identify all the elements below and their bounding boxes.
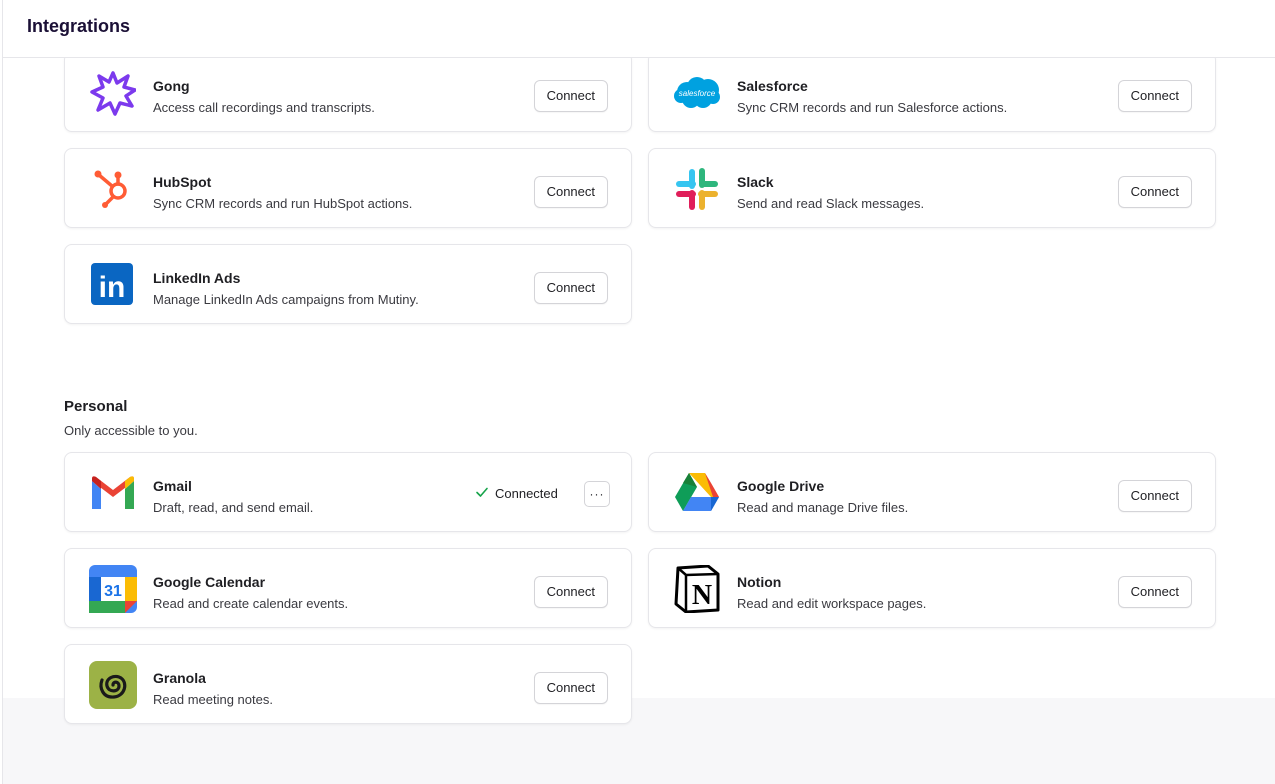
integration-card-gong: Gong Access call recordings and transcri… <box>64 52 632 132</box>
connect-button[interactable]: Connect <box>533 272 608 304</box>
integration-name: Google Calendar <box>153 574 266 590</box>
integration-card-hubspot: HubSpot Sync CRM records and run HubSpot… <box>64 148 632 228</box>
integration-name: Gong <box>153 78 190 94</box>
integration-description: Read and manage Drive files. <box>737 500 909 515</box>
integration-card-linkedin-ads: in LinkedIn Ads Manage LinkedIn Ads camp… <box>64 244 632 324</box>
check-icon <box>475 485 489 502</box>
connect-button[interactable]: Connect <box>1117 176 1192 208</box>
integration-description: Sync CRM records and run HubSpot actions… <box>153 196 413 211</box>
more-options-button[interactable]: ··· <box>584 481 610 507</box>
integration-description: Send and read Slack messages. <box>737 196 925 211</box>
slack-icon <box>673 165 721 213</box>
notion-icon: N <box>673 565 721 613</box>
linkedin-icon: in <box>89 261 137 309</box>
svg-text:salesforce: salesforce <box>679 89 716 98</box>
integration-description: Read meeting notes. <box>153 692 273 707</box>
integration-description: Read and edit workspace pages. <box>737 596 927 611</box>
google-calendar-icon: 31 <box>89 565 137 613</box>
integration-description: Manage LinkedIn Ads campaigns from Mutin… <box>153 292 419 307</box>
integration-name: Granola <box>153 670 206 686</box>
connect-button[interactable]: Connect <box>1117 480 1192 512</box>
integration-description: Access call recordings and transcripts. <box>153 100 375 115</box>
connected-status: Connected <box>475 485 558 502</box>
integration-description: Read and create calendar events. <box>153 596 349 611</box>
integration-name: Google Drive <box>737 478 825 494</box>
integration-card-gmail: Gmail Draft, read, and send email. Conne… <box>64 452 632 532</box>
salesforce-icon: salesforce <box>673 69 721 117</box>
google-drive-icon <box>673 469 721 517</box>
section-subtitle: Only accessible to you. <box>64 423 198 438</box>
granola-icon <box>89 661 137 709</box>
connect-button[interactable]: Connect <box>1117 80 1192 112</box>
page-header: Integrations <box>3 0 1275 58</box>
svg-text:N: N <box>692 580 712 611</box>
connect-button[interactable]: Connect <box>533 576 608 608</box>
gong-icon <box>89 69 137 117</box>
gmail-icon <box>89 469 137 517</box>
integration-name: Salesforce <box>737 78 808 94</box>
integration-card-slack: Slack Send and read Slack messages. Conn… <box>648 148 1216 228</box>
integration-description: Draft, read, and send email. <box>153 500 314 515</box>
svg-text:31: 31 <box>104 583 122 600</box>
connect-button[interactable]: Connect <box>533 80 608 112</box>
connect-button[interactable]: Connect <box>533 176 608 208</box>
section-title-personal: Personal <box>64 398 128 415</box>
integration-name: HubSpot <box>153 174 212 190</box>
integration-card-salesforce: salesforce Salesforce Sync CRM records a… <box>648 52 1216 132</box>
integration-card-notion: N Notion Read and edit workspace pages. … <box>648 548 1216 628</box>
integration-name: Slack <box>737 174 774 190</box>
integration-name: Notion <box>737 574 782 590</box>
integration-name: Gmail <box>153 478 192 494</box>
integration-card-google-drive: Google Drive Read and manage Drive files… <box>648 452 1216 532</box>
svg-text:in: in <box>99 271 126 304</box>
integration-card-granola: Granola Read meeting notes. Connect <box>64 644 632 724</box>
connect-button[interactable]: Connect <box>1117 576 1192 608</box>
hubspot-icon <box>89 165 137 213</box>
page-title: Integrations <box>27 16 131 36</box>
integration-name: LinkedIn Ads <box>153 270 241 286</box>
connect-button[interactable]: Connect <box>533 672 608 704</box>
connected-label: Connected <box>495 486 558 501</box>
integration-card-google-calendar: 31 Google Calendar Read and create calen… <box>64 548 632 628</box>
integration-description: Sync CRM records and run Salesforce acti… <box>737 100 1008 115</box>
